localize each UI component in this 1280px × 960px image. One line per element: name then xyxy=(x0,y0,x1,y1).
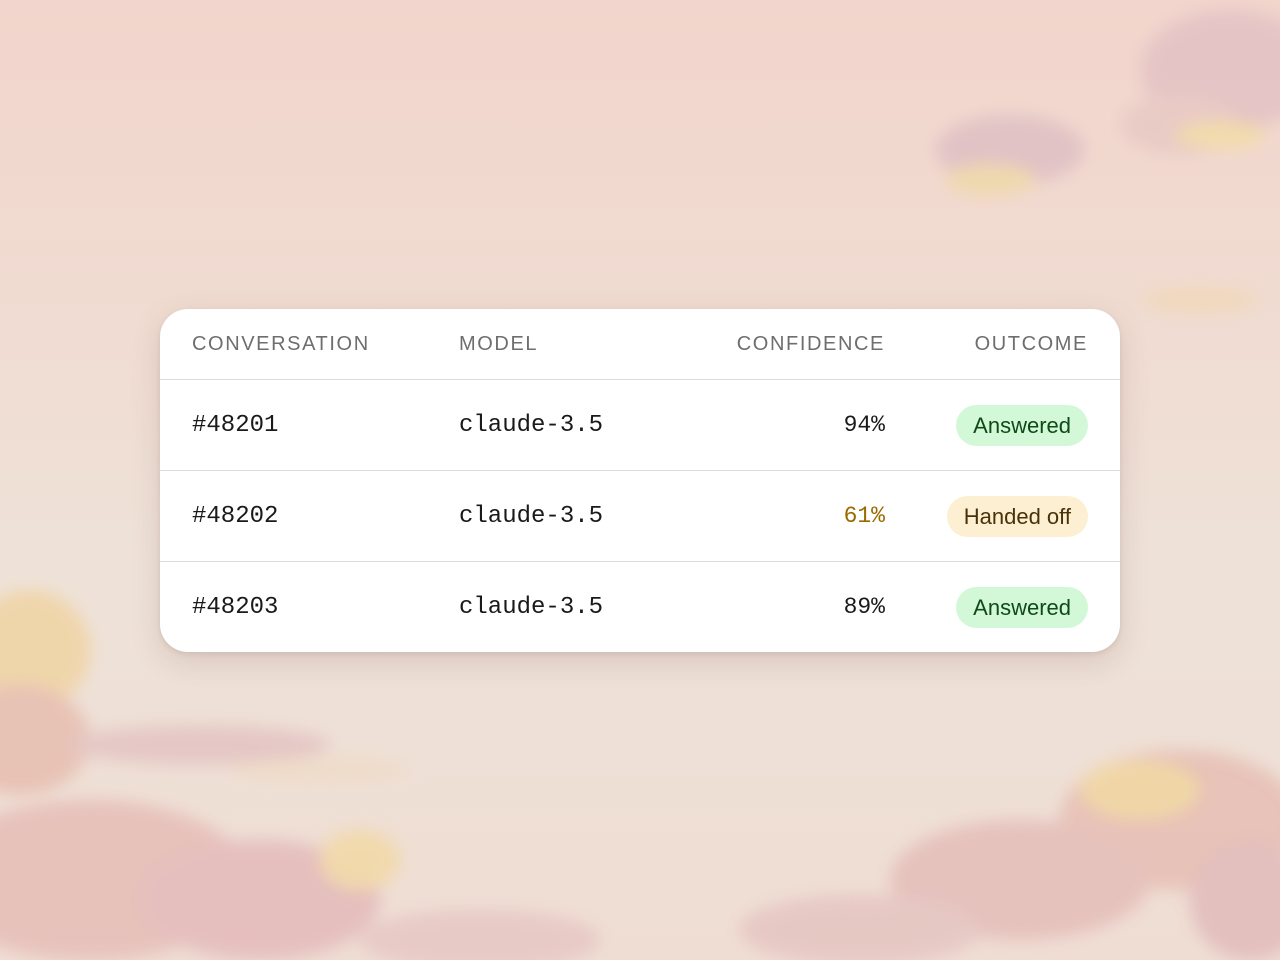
column-header-outcome[interactable]: OUTCOME xyxy=(885,309,1120,380)
table-row[interactable]: #48201 claude-3.5 94% Answered xyxy=(160,379,1120,471)
outcome-cell: Answered xyxy=(885,562,1120,653)
outcome-badge: Handed off xyxy=(946,495,1088,537)
model-name: claude-3.5 xyxy=(459,379,681,471)
column-header-model[interactable]: MODEL xyxy=(459,309,681,380)
outcome-cell: Answered xyxy=(885,379,1120,471)
table-row[interactable]: #48203 claude-3.5 89% Answered xyxy=(160,562,1120,653)
confidence-value: 94% xyxy=(681,379,885,471)
conversation-id: #48203 xyxy=(192,593,279,621)
confidence-value: 61% xyxy=(681,470,885,562)
conversations-table-card: CONVERSATION MODEL CONFIDENCE OUTCOME #4… xyxy=(160,309,1120,652)
table-header-row: CONVERSATION MODEL CONFIDENCE OUTCOME xyxy=(160,309,1120,380)
outcome-badge: Answered xyxy=(956,586,1088,628)
confidence-value: 89% xyxy=(843,594,885,620)
conversation-id: #48201 xyxy=(160,379,459,471)
column-header-confidence[interactable]: CONFIDENCE xyxy=(681,309,885,380)
model-name: claude-3.5 xyxy=(459,593,604,621)
table-row[interactable]: #48202 claude-3.5 61% Handed off xyxy=(160,470,1120,562)
column-header-conversation[interactable]: CONVERSATION xyxy=(160,309,459,380)
conversation-id: #48202 xyxy=(160,470,459,562)
outcome-cell: Handed off xyxy=(885,470,1120,562)
outcome-badge: Answered xyxy=(956,404,1088,446)
conversations-table: CONVERSATION MODEL CONFIDENCE OUTCOME #4… xyxy=(160,309,1120,652)
model-name: claude-3.5 xyxy=(459,470,681,562)
